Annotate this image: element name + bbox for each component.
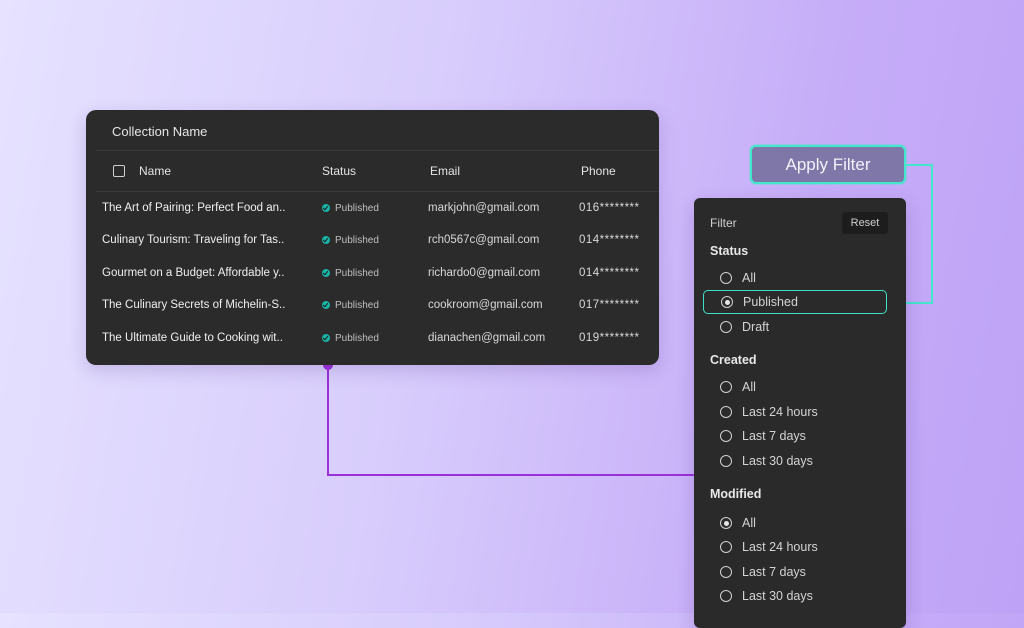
status-badge: Published: [322, 333, 379, 344]
radio-button[interactable]: [720, 566, 732, 578]
option-label: Last 7 days: [742, 565, 806, 579]
row-phone: 014********: [579, 266, 640, 279]
status-label: Published: [335, 267, 379, 279]
status-option-published[interactable]: Published: [703, 290, 887, 314]
status-label: Published: [335, 235, 379, 247]
radio-button[interactable]: [720, 381, 732, 393]
table-row[interactable]: The Ultimate Guide to Cooking wit.. Publ…: [96, 322, 659, 354]
status-label: Published: [335, 332, 379, 344]
radio-button[interactable]: [720, 321, 732, 333]
status-label: Published: [335, 300, 379, 312]
created-option-last-24-hours[interactable]: Last 24 hours: [720, 402, 818, 422]
status-badge: Published: [322, 268, 379, 279]
row-name: The Art of Pairing: Perfect Food an..: [102, 202, 286, 214]
column-header-phone[interactable]: Phone: [581, 164, 616, 178]
radio-button[interactable]: [720, 590, 732, 602]
modified-option-last-30-days[interactable]: Last 30 days: [720, 586, 813, 606]
status-option-draft[interactable]: Draft: [720, 317, 769, 337]
radio-button[interactable]: [720, 406, 732, 418]
modified-option-last-7-days[interactable]: Last 7 days: [720, 562, 806, 582]
status-badge: Published: [322, 235, 379, 246]
radio-button-selected[interactable]: [720, 517, 732, 529]
row-name: The Ultimate Guide to Cooking wit..: [102, 331, 283, 344]
option-label: All: [742, 380, 756, 394]
option-label: Published: [743, 295, 798, 309]
status-section-title: Status: [710, 244, 749, 258]
collection-table-card: Collection Name Name Status Email Phone …: [86, 110, 659, 365]
table-row[interactable]: The Culinary Secrets of Michelin-S.. Pub…: [96, 289, 659, 321]
modified-option-last-24-hours[interactable]: Last 24 hours: [720, 537, 818, 557]
created-option-last-7-days[interactable]: Last 7 days: [720, 426, 806, 446]
radio-button[interactable]: [720, 455, 732, 467]
apply-filter-button[interactable]: Apply Filter: [750, 145, 906, 184]
select-all-checkbox[interactable]: [113, 165, 125, 177]
option-label: All: [742, 516, 756, 530]
table-row[interactable]: Gourmet on a Budget: Affordable y.. Publ…: [96, 257, 659, 289]
option-label: Last 24 hours: [742, 405, 818, 419]
created-option-all[interactable]: All: [720, 377, 756, 397]
filter-title: Filter: [710, 216, 737, 230]
modified-section-title: Modified: [710, 487, 762, 501]
table-header: Name Status Email Phone: [96, 151, 659, 192]
row-phone: 019********: [579, 331, 640, 344]
radio-button[interactable]: [720, 272, 732, 284]
row-name: The Culinary Secrets of Michelin-S..: [102, 299, 286, 312]
status-label: Published: [335, 203, 379, 214]
option-label: Last 24 hours: [742, 540, 818, 554]
row-email: richardo0@gmail.com: [428, 266, 541, 279]
row-email: markjohn@gmail.com: [428, 202, 540, 214]
row-phone: 016********: [579, 202, 640, 214]
status-badge: Published: [322, 300, 379, 311]
table-to-panel-connector: [327, 365, 694, 476]
row-name: Gourmet on a Budget: Affordable y..: [102, 266, 285, 279]
option-label: Last 7 days: [742, 429, 806, 443]
status-option-all[interactable]: All: [720, 268, 756, 288]
column-header-name[interactable]: Name: [139, 164, 171, 178]
option-label: Draft: [742, 320, 770, 334]
created-option-last-30-days[interactable]: Last 30 days: [720, 451, 813, 471]
check-circle-icon: [322, 204, 330, 212]
created-section-title: Created: [710, 353, 757, 367]
check-circle-icon: [322, 301, 330, 310]
table-row[interactable]: The Art of Pairing: Perfect Food an.. Pu…: [96, 192, 659, 224]
table-row[interactable]: Culinary Tourism: Traveling for Tas.. Pu…: [96, 224, 659, 256]
table-body: The Art of Pairing: Perfect Food an.. Pu…: [96, 192, 659, 354]
option-label: Last 30 days: [742, 589, 813, 603]
row-phone: 014********: [579, 234, 640, 247]
filter-panel: Filter Reset Status All Published Draft …: [694, 198, 906, 628]
radio-button[interactable]: [720, 430, 732, 442]
option-label: All: [742, 271, 756, 285]
radio-button[interactable]: [720, 541, 732, 553]
collection-name-title: Collection Name: [112, 124, 208, 139]
option-label: Last 30 days: [742, 454, 813, 468]
status-badge: Published: [322, 203, 379, 214]
row-email: dianachen@gmail.com: [428, 331, 546, 344]
row-phone: 017********: [579, 299, 640, 312]
modified-option-all[interactable]: All: [720, 513, 756, 533]
row-email: cookroom@gmail.com: [428, 299, 543, 312]
column-header-email[interactable]: Email: [430, 164, 460, 178]
radio-button-selected[interactable]: [721, 296, 733, 308]
check-circle-icon: [322, 236, 330, 245]
reset-button[interactable]: Reset: [842, 212, 888, 234]
row-email: rch0567c@gmail.com: [428, 234, 540, 247]
check-circle-icon: [322, 333, 330, 342]
row-name: Culinary Tourism: Traveling for Tas..: [102, 234, 285, 247]
column-header-status[interactable]: Status: [322, 164, 356, 178]
check-circle-icon: [322, 268, 330, 277]
